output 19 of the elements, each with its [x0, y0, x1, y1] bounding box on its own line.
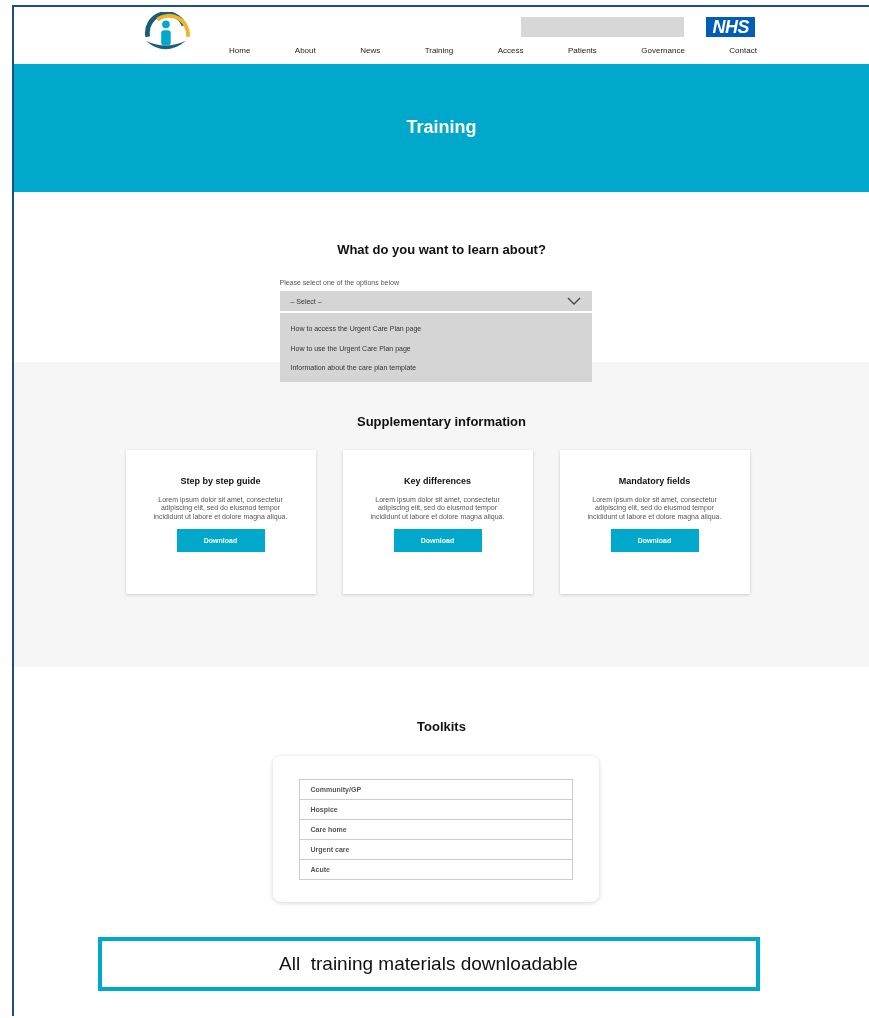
nav-link[interactable]: Training — [424, 46, 454, 55]
nav-link[interactable]: Patients — [567, 46, 597, 55]
nhs-logo: NHS — [706, 17, 755, 37]
section-heading: What do you want to learn about? — [337, 242, 546, 257]
section-heading: Supplementary information — [356, 414, 527, 429]
chevron-icon — [566, 297, 581, 305]
page-title: Training — [406, 116, 477, 138]
card-title: Step by step guide — [180, 476, 261, 486]
nav-link[interactable]: About — [294, 46, 316, 55]
callout-note: All training materials downloadable — [97, 937, 760, 991]
nav-link[interactable]: Governance — [641, 46, 685, 55]
section-heading: Toolkits — [417, 719, 466, 734]
nav-link[interactable]: News — [360, 46, 381, 55]
nav-link[interactable]: Access — [497, 46, 524, 55]
nav-link[interactable]: Contact — [729, 46, 757, 55]
nav-link[interactable]: Home — [229, 46, 251, 55]
card-title: Mandatory fields — [618, 476, 691, 486]
search-field[interactable] — [521, 17, 685, 37]
card-title: Key differences — [404, 476, 471, 486]
